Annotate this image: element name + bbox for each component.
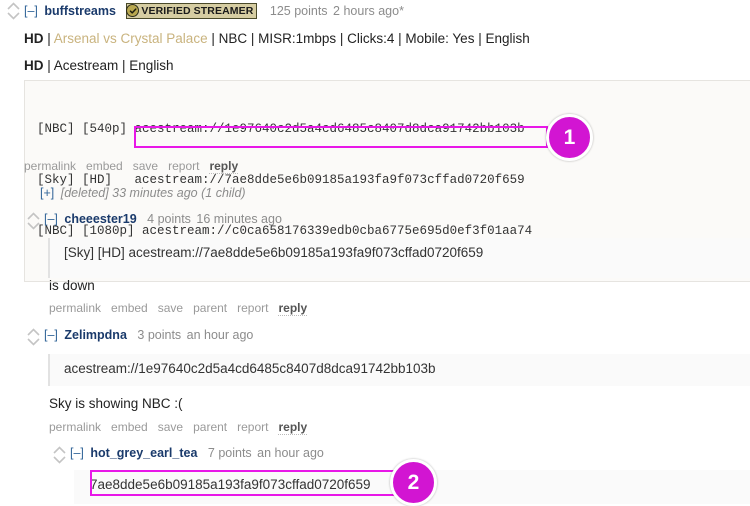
code-line-1: [NBC] [540p] acestream://1e97640c2d5a4cd… [37,122,525,136]
reply-link-cheeester19[interactable]: reply [278,301,308,316]
tagline-cheeester19: [–] cheeester19 4 points 16 minutes ago [44,211,282,227]
permalink-link-root[interactable]: permalink [24,159,76,173]
blockquote-zelimpdna: acestream://1e97640c2d5a4cd6485c8407d8dc… [48,354,750,386]
downvote-chevron-icon[interactable] [52,456,66,464]
blockquote-cheeester19: [Sky] [HD] acestream://7ae8dde5e6b09185a… [48,238,750,278]
upvote-chevron-icon[interactable] [52,446,66,454]
blockquote-text-zelimpdna: acestream://1e97640c2d5a4cd6485c8407d8dc… [64,361,436,376]
tagline-zelimpdna: [–] Zelimpdna 3 points an hour ago [44,327,253,343]
blockquote-text-cheeester19: [Sky] [HD] acestream://7ae8dde5e6b09185a… [64,245,484,260]
comment-actions-cheeester19: permalink embed save parent report reply [49,301,308,316]
vote-arrows-cheeester19[interactable] [22,212,42,230]
collapse-toggle-zelimpdna[interactable]: [–] [44,328,58,342]
comment-score-cheeester19: 4 points [147,212,191,226]
parent-link-cheeester19[interactable]: parent [193,301,227,315]
comment-score-root: 125 points [269,4,328,18]
embed-link-zelimpdna[interactable]: embed [111,420,148,434]
save-link-root[interactable]: save [133,159,158,173]
comment-actions-zelimpdna: permalink embed save parent report reply [49,420,308,435]
upvote-chevron-icon[interactable] [6,2,20,10]
match-link[interactable]: Arsenal vs Crystal Palace [54,31,208,46]
sep-1: | [43,31,54,46]
embed-link-root[interactable]: embed [86,159,123,173]
verified-check-icon [126,4,140,18]
vote-arrows-root[interactable] [2,2,22,20]
author-link-hot-grey-earl-tea[interactable]: hot_grey_earl_tea [90,446,197,460]
comment-time-hot-grey-earl-tea: an hour ago [257,446,324,460]
body-line-2-rest: | Acestream | English [43,58,174,73]
report-link-cheeester19[interactable]: report [237,301,268,315]
downvote-chevron-icon[interactable] [26,222,40,230]
save-link-cheeester19[interactable]: save [158,301,183,315]
deleted-comment-line: [+] [deleted] 33 minutes ago (1 child) [40,186,246,200]
quality-tag-hd-2: HD [24,58,44,73]
save-link-zelimpdna[interactable]: save [158,420,183,434]
expand-toggle-deleted[interactable]: [+] [40,186,54,200]
vote-arrows-hot-grey-earl-tea[interactable] [48,446,68,464]
downvote-chevron-icon[interactable] [26,338,40,346]
report-link-root[interactable]: report [168,159,199,173]
comment-score-hot-grey-earl-tea: 7 points [207,446,252,460]
tagline-hot-grey-earl-tea: [–] hot_grey_earl_tea 7 points an hour a… [70,445,324,461]
body-line-1-rest: | NBC | MISR:1mbps | Clicks:4 | Mobile: … [207,31,530,46]
annotation-badge-1-label: 1 [563,125,576,149]
body-text-cheeester19: is down [49,278,95,293]
comment-actions-root: permalink embed save report reply [24,159,239,174]
body-text-zelimpdna: Sky is showing NBC :( [49,396,183,411]
comment-time-zelimpdna: an hour ago [186,328,254,342]
vote-arrows-zelimpdna[interactable] [22,328,42,346]
verified-streamer-badge: VERIFIED STREAMER [126,2,258,19]
collapse-toggle-hot-grey-earl-tea[interactable]: [–] [70,446,84,460]
deleted-comment-text: [deleted] 33 minutes ago (1 child) [60,186,246,200]
collapse-toggle-root[interactable]: [–] [24,4,38,18]
comment-body-zelimpdna: Sky is showing NBC :( [49,394,183,413]
embed-link-cheeester19[interactable]: embed [111,301,148,315]
upvote-chevron-icon[interactable] [26,212,40,220]
reply-link-zelimpdna[interactable]: reply [278,420,308,435]
comment-body-line-2: HD | Acestream | English [24,56,174,75]
comment-body-line-1: HD | Arsenal vs Crystal Palace | NBC | M… [24,29,530,48]
author-link-zelimpdna[interactable]: Zelimpdna [64,328,127,342]
collapse-toggle-cheeester19[interactable]: [–] [44,212,58,226]
comment-time-root: 2 hours ago* [333,4,404,18]
annotation-badge-1: 1 [546,114,593,161]
upvote-chevron-icon[interactable] [26,328,40,336]
comment-score-zelimpdna: 3 points [137,328,182,342]
report-link-zelimpdna[interactable]: report [237,420,268,434]
permalink-link-cheeester19[interactable]: permalink [49,301,101,315]
parent-link-zelimpdna[interactable]: parent [193,420,227,434]
tagline-root: [–] buffstreams VERIFIED STREAMER 125 po… [24,2,404,20]
verified-streamer-label: VERIFIED STREAMER [141,4,254,17]
comment-time-cheeester19: 16 minutes ago [196,212,282,226]
downvote-chevron-icon[interactable] [6,12,20,20]
reply-link-root[interactable]: reply [209,159,239,174]
permalink-link-zelimpdna[interactable]: permalink [49,420,101,434]
comment-body-cheeester19: is down [49,276,95,295]
author-link-root[interactable]: buffstreams [44,4,116,18]
quality-tag-hd-1: HD [24,31,44,46]
annotation-badge-2: 2 [390,459,437,506]
annotation-badge-2-label: 2 [407,470,420,494]
author-link-cheeester19[interactable]: cheeester19 [64,212,136,226]
blockquote-text-hot-grey-earl-tea: 7ae8dde5e6b09185a193fa9f073cffad0720f659 [90,477,371,492]
